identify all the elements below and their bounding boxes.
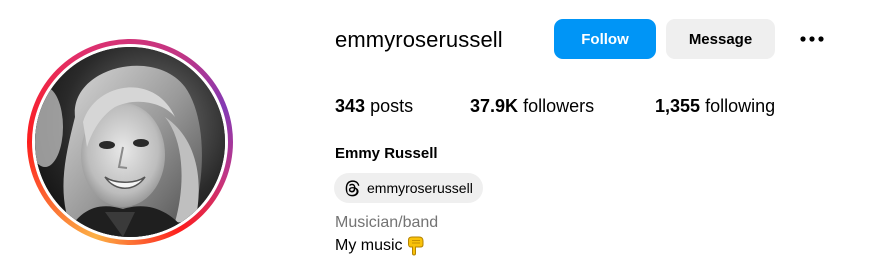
message-button[interactable]: Message <box>666 19 775 59</box>
threads-icon <box>345 180 360 197</box>
bio-overflow-text <box>335 257 805 261</box>
hand-pointing-down-icon <box>407 236 424 256</box>
bio-line-text: My music <box>335 237 403 254</box>
profile-category: Musician/band <box>335 214 439 231</box>
following-label: following <box>705 96 776 116</box>
following-count: 1,355 <box>655 96 701 116</box>
posts-label: posts <box>370 96 414 116</box>
bio-text: My music <box>335 236 425 256</box>
followers-count: 37.9K <box>470 96 519 116</box>
profile-avatar[interactable] <box>35 47 225 237</box>
more-options-button[interactable] <box>795 26 829 52</box>
follow-button[interactable]: Follow <box>554 19 656 59</box>
avatar-photo <box>35 47 225 237</box>
profile-full-name: Emmy Russell <box>335 145 438 162</box>
threads-handle: emmyroserussell <box>367 180 473 196</box>
following-stat[interactable]: 1,355 following <box>655 95 775 117</box>
profile-avatar-ring[interactable] <box>27 39 233 245</box>
threads-link[interactable]: emmyroserussell <box>334 173 483 203</box>
followers-label: followers <box>523 96 595 116</box>
more-options-icon <box>800 36 824 42</box>
profile-username: emmyroserussell <box>335 27 503 52</box>
posts-stat: 343 posts <box>335 95 413 117</box>
followers-stat[interactable]: 37.9K followers <box>470 95 594 117</box>
posts-count: 343 <box>335 96 366 116</box>
